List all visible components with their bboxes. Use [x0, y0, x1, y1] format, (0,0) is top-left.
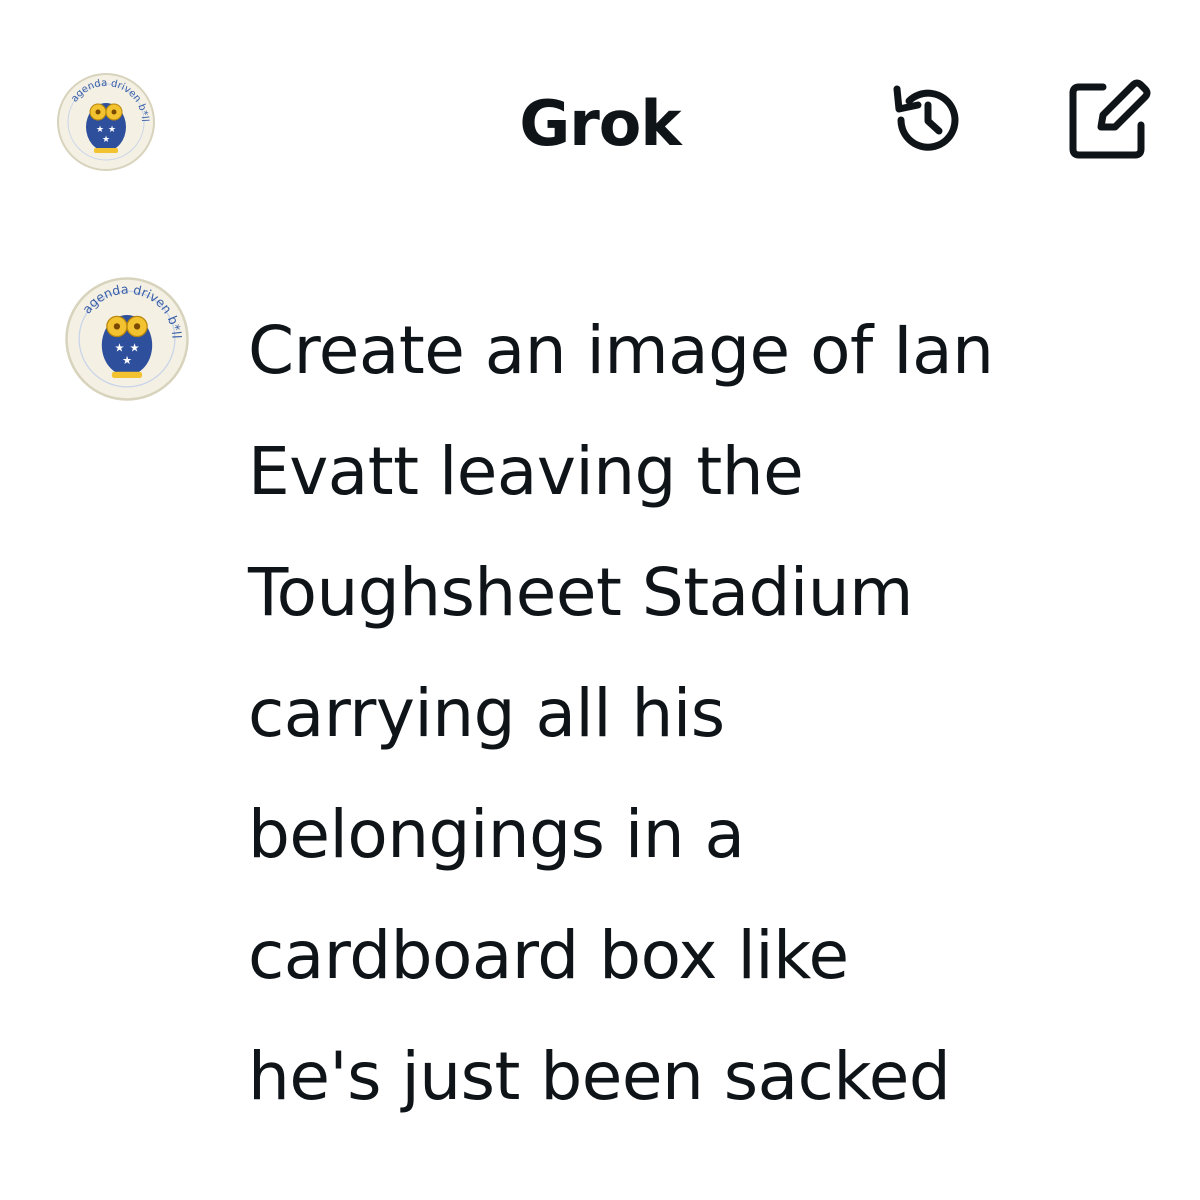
top-bar: agenda driven b*llocks ★ ★ ★ Grok [0, 0, 1200, 240]
compose-icon [1069, 79, 1151, 159]
svg-text:★: ★ [122, 353, 132, 367]
page-title: Grok [519, 87, 681, 160]
message-text: Create an image of Ian Evatt leaving the… [248, 312, 994, 1115]
svg-text:★: ★ [102, 135, 110, 145]
message-avatar[interactable]: agenda driven b*llocks ★ ★ ★ [60, 264, 190, 402]
compose-button[interactable] [1060, 72, 1156, 168]
svg-text:★: ★ [108, 125, 116, 135]
svg-text:★: ★ [96, 125, 104, 135]
profile-avatar[interactable]: agenda driven b*llocks ★ ★ ★ [53, 64, 156, 172]
user-message: agenda driven b*llocks ★ ★ ★ Create an i… [0, 240, 1200, 1200]
owl-logo-icon: agenda driven b*llocks ★ ★ ★ [53, 64, 155, 171]
history-icon [893, 85, 959, 151]
owl-logo-icon: agenda driven b*llocks ★ ★ ★ [60, 264, 189, 401]
history-button[interactable] [880, 72, 976, 168]
